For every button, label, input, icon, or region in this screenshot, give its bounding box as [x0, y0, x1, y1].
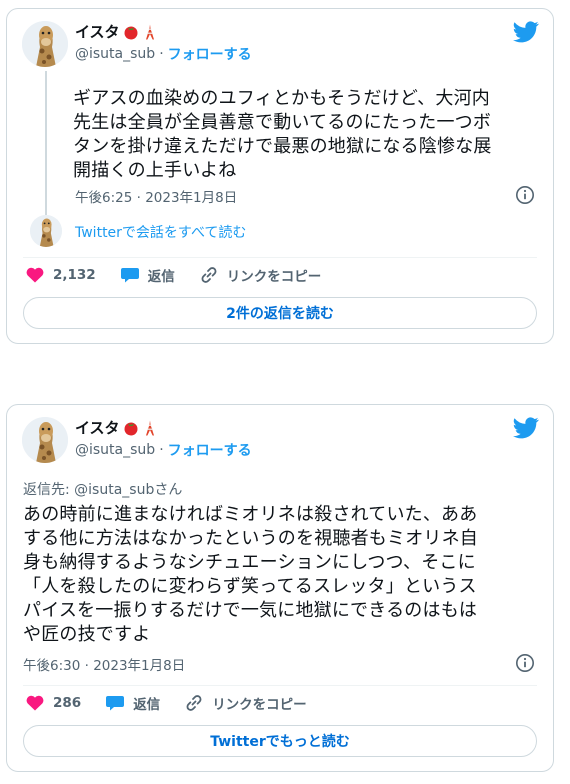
reply-bubble-icon [106, 696, 125, 711]
copy-link-label: リンクをコピー [212, 697, 307, 713]
divider [23, 685, 537, 686]
display-name[interactable]: イスタ [75, 21, 120, 42]
like-count: 2,132 [53, 267, 96, 283]
thread-line [45, 71, 47, 217]
tweet-card-2: イスタ @isuta_sub · フォローする 返信先: @isuta_subさ… [6, 404, 554, 772]
link-icon [201, 267, 217, 283]
divider [23, 257, 537, 258]
twitter-bird-icon[interactable] [513, 21, 539, 43]
giraffe-avatar-icon [22, 417, 68, 463]
copy-link-action[interactable]: リンクをコピー [199, 265, 322, 285]
info-icon[interactable] [515, 653, 535, 673]
reply-bubble-icon [120, 268, 139, 283]
tweet-card-1: イスタ @isuta_sub · フォローする ギアスの血染めのユフィとかもそう… [6, 8, 554, 344]
tomato-emoji-icon [124, 26, 138, 39]
read-replies-button[interactable]: 2件の返信を読む [23, 297, 537, 329]
replying-to[interactable]: 返信先: @isuta_subさん [23, 479, 182, 499]
link-icon [186, 695, 202, 711]
separator-dot: · [159, 442, 164, 458]
reply-label: 返信 [133, 697, 161, 713]
tokyo-tower-emoji-icon [145, 420, 154, 435]
separator-dot: · [159, 46, 164, 62]
tomato-emoji-icon [124, 422, 138, 435]
like-action[interactable]: 286 [25, 693, 81, 713]
timestamp[interactable]: 午後6:30 · 2023年1月8日 [23, 654, 185, 674]
display-name[interactable]: イスタ [75, 417, 120, 438]
copy-link-action[interactable]: リンクをコピー [184, 693, 307, 713]
timestamp[interactable]: 午後6:25 · 2023年1月8日 [75, 186, 237, 206]
tokyo-tower-emoji-icon [145, 24, 154, 39]
heart-icon [26, 695, 44, 711]
heart-icon [26, 267, 44, 283]
info-icon[interactable] [515, 185, 535, 205]
like-action[interactable]: 2,132 [25, 265, 96, 285]
tweet-text: あの時前に進まなければミオリネは殺されていた、ああ する他に方法はなかったという… [23, 504, 478, 645]
twitter-bird-icon[interactable] [513, 417, 539, 439]
tweet-text: ギアスの血染めのユフィとかもそうだけど、大河内 先生は全員が全員善意で動いてるの… [73, 88, 492, 181]
follow-button[interactable]: フォローする [168, 440, 252, 460]
avatar[interactable] [22, 417, 68, 463]
giraffe-avatar-icon [30, 215, 62, 247]
copy-link-label: リンクをコピー [226, 269, 322, 285]
giraffe-avatar-icon [22, 21, 68, 67]
reply-action[interactable]: 返信 [120, 265, 175, 285]
handle[interactable]: @isuta_sub [75, 442, 155, 458]
read-more-on-twitter-button[interactable]: Twitterでもっと読む [23, 725, 537, 757]
avatar[interactable] [22, 21, 68, 67]
avatar-small[interactable] [30, 215, 62, 247]
follow-button[interactable]: フォローする [168, 44, 252, 64]
reply-action[interactable]: 返信 [105, 693, 160, 713]
reply-label: 返信 [147, 269, 175, 285]
like-count: 286 [53, 695, 82, 711]
read-thread-link[interactable]: Twitterで会話をすべて読む [75, 222, 246, 242]
handle[interactable]: @isuta_sub [75, 46, 155, 62]
